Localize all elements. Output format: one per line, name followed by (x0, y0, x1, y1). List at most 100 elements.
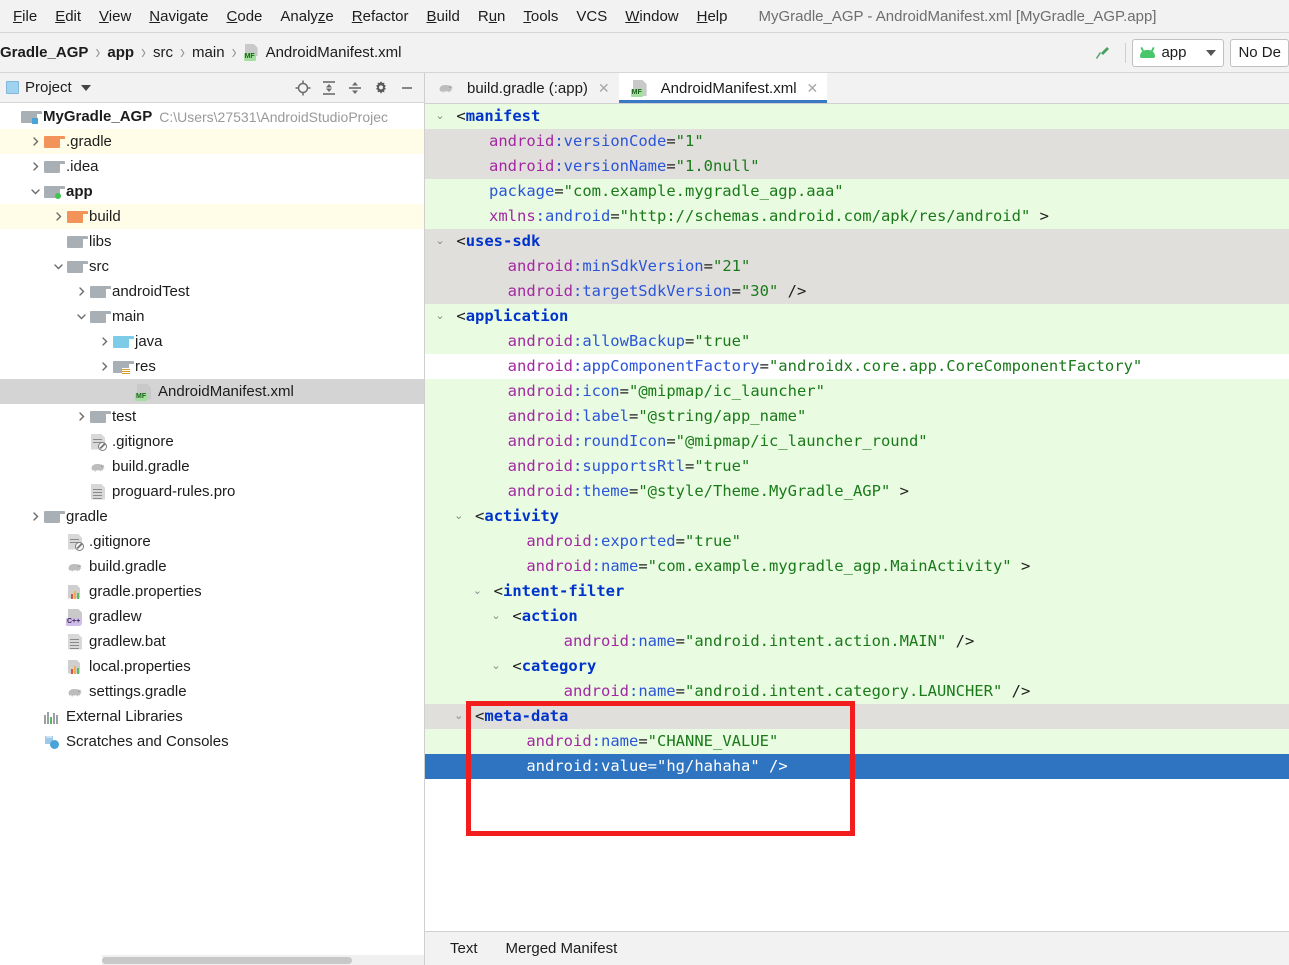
tree-item[interactable]: build.gradle (0, 554, 424, 579)
code-line[interactable]: ⌄ <category (425, 654, 1289, 679)
code-line[interactable]: ⌄ <intent-filter (425, 579, 1289, 604)
tree-item[interactable]: libs (0, 229, 424, 254)
code-line[interactable]: android:supportsRtl="true" (425, 454, 1289, 479)
breadcrumb-item-gradle-agp[interactable]: Gradle_AGP (0, 44, 88, 61)
code-line[interactable]: android:minSdkVersion="21" (425, 254, 1289, 279)
tree-item[interactable]: res (0, 354, 424, 379)
fold-chevron-down-icon[interactable]: ⌄ (433, 304, 447, 329)
menu-item-tools[interactable]: Tools (514, 5, 567, 28)
code-line-selected[interactable]: android:value="hg/hahaha" /> (425, 754, 1289, 779)
build-hammer-icon[interactable] (1085, 38, 1119, 68)
menu-item-navigate[interactable]: Navigate (140, 5, 217, 28)
tree-item-selected[interactable]: MF AndroidManifest.xml (0, 379, 424, 404)
code-line[interactable]: android:name="android.intent.category.LA… (425, 679, 1289, 704)
code-line[interactable]: android:name="com.example.mygradle_agp.M… (425, 554, 1289, 579)
menu-item-file[interactable]: File (4, 5, 46, 28)
project-tree[interactable]: MyGradle_AGP C:\Users\27531\AndroidStudio… (0, 103, 424, 965)
fold-chevron-down-icon[interactable]: ⌄ (470, 579, 484, 604)
fold-chevron-down-icon[interactable]: ⌄ (452, 704, 466, 729)
fold-chevron-down-icon[interactable]: ⌄ (433, 104, 447, 129)
code-line[interactable]: android:name="CHANNE_VALUE" (425, 729, 1289, 754)
code-line[interactable]: android:name="android.intent.action.MAIN… (425, 629, 1289, 654)
code-line[interactable]: android:allowBackup="true" (425, 329, 1289, 354)
code-line[interactable]: android:appComponentFactory="androidx.co… (425, 354, 1289, 379)
minimize-icon[interactable] (396, 77, 418, 99)
settings-gear-icon[interactable] (370, 77, 392, 99)
chevron-right-icon[interactable] (73, 284, 89, 300)
chevron-right-icon[interactable] (27, 509, 43, 525)
tree-item[interactable]: androidTest (0, 279, 424, 304)
code-line[interactable]: android:roundIcon="@mipmap/ic_launcher_r… (425, 429, 1289, 454)
tree-item[interactable]: Scratches and Consoles (0, 729, 424, 754)
fold-chevron-down-icon[interactable]: ⌄ (489, 604, 503, 629)
tree-item[interactable]: build (0, 204, 424, 229)
chevron-right-icon[interactable] (27, 134, 43, 150)
menu-item-window[interactable]: Window (616, 5, 687, 28)
expand-all-icon[interactable] (318, 77, 340, 99)
fold-chevron-down-icon[interactable]: ⌄ (433, 229, 447, 254)
module-selector[interactable]: app (1132, 38, 1225, 67)
breadcrumb-item-src[interactable]: src (153, 44, 173, 61)
code-line[interactable]: android:theme="@style/Theme.MyGradle_AGP… (425, 479, 1289, 504)
editor-tab-build-gradle-app-[interactable]: build.gradle (:app) ✕ (425, 73, 619, 103)
tree-item[interactable]: settings.gradle (0, 679, 424, 704)
breadcrumb-item-app[interactable]: app (107, 44, 134, 61)
chevron-down-icon[interactable] (80, 84, 91, 91)
scrollbar-thumb[interactable] (102, 957, 352, 964)
fold-chevron-down-icon[interactable]: ⌄ (452, 504, 466, 529)
tree-item[interactable]: External Libraries (0, 704, 424, 729)
code-line[interactable]: ⌄ <manifest (425, 104, 1289, 129)
code-line[interactable]: package="com.example.mygradle_agp.aaa" (425, 179, 1289, 204)
breadcrumb[interactable]: Gradle_AGP › app › src › main › MF AndroidManifes… (0, 41, 401, 64)
editor-tab-bar[interactable]: build.gradle (:app) ✕ MF AndroidManifest.xm… (425, 73, 1289, 104)
tree-item[interactable]: .gradle (0, 129, 424, 154)
menu-item-view[interactable]: View (90, 5, 140, 28)
code-line[interactable]: ⌄ <meta-data (425, 704, 1289, 729)
tree-item[interactable]: .idea (0, 154, 424, 179)
tree-item[interactable]: src (0, 254, 424, 279)
project-tree-scrollbar[interactable] (102, 955, 424, 965)
chevron-down-icon[interactable] (73, 309, 89, 325)
code-line[interactable]: ⌄ <application (425, 304, 1289, 329)
tree-item[interactable]: java (0, 329, 424, 354)
device-selector[interactable]: No De (1230, 38, 1289, 67)
chevron-right-icon[interactable] (96, 334, 112, 350)
tree-item[interactable]: main (0, 304, 424, 329)
tree-item[interactable]: gradle.properties (0, 579, 424, 604)
code-line[interactable]: android:label="@string/app_name" (425, 404, 1289, 429)
tree-item[interactable]: C++ gradlew (0, 604, 424, 629)
menu-item-refactor[interactable]: Refactor (343, 5, 418, 28)
menu-item-help[interactable]: Help (688, 5, 737, 28)
code-line[interactable]: android:targetSdkVersion="30" /> (425, 279, 1289, 304)
menu-item-edit[interactable]: Edit (46, 5, 90, 28)
chevron-right-icon[interactable] (27, 159, 43, 175)
tree-item[interactable]: gradlew.bat (0, 629, 424, 654)
chevron-down-icon[interactable] (27, 184, 43, 200)
menu-item-build[interactable]: Build (417, 5, 468, 28)
menu-item-vcs[interactable]: VCS (567, 5, 616, 28)
project-panel-title[interactable]: Project (6, 79, 91, 96)
code-line[interactable]: android:exported="true" (425, 529, 1289, 554)
editor-bottom-tabs[interactable]: Text Merged Manifest (425, 931, 1289, 965)
bottom-tab-text[interactable]: Text (450, 940, 478, 957)
menu-item-code[interactable]: Code (218, 5, 272, 28)
tree-item[interactable]: .gitignore (0, 529, 424, 554)
breadcrumb-item-main[interactable]: main (192, 44, 225, 61)
code-line[interactable]: android:icon="@mipmap/ic_launcher" (425, 379, 1289, 404)
menu-item-analyze[interactable]: Analyze (271, 5, 342, 28)
locate-icon[interactable] (292, 77, 314, 99)
close-icon[interactable]: ✕ (807, 80, 819, 97)
fold-chevron-down-icon[interactable]: ⌄ (489, 654, 503, 679)
menu-item-run[interactable]: Run (469, 5, 515, 28)
collapse-all-icon[interactable] (344, 77, 366, 99)
chevron-down-icon[interactable] (50, 259, 66, 275)
tree-item[interactable]: build.gradle (0, 454, 424, 479)
code-editor[interactable]: ⌄ <manifest android:versionCode="1" andr… (425, 104, 1289, 931)
tree-item[interactable]: .gitignore (0, 429, 424, 454)
chevron-right-icon[interactable] (73, 409, 89, 425)
code-line[interactable]: xmlns:android="http://schemas.android.co… (425, 204, 1289, 229)
bottom-tab-merged-manifest[interactable]: Merged Manifest (506, 940, 618, 957)
tree-item[interactable]: MyGradle_AGP C:\Users\27531\AndroidStudio… (0, 104, 424, 129)
code-line[interactable]: ⌄ <activity (425, 504, 1289, 529)
breadcrumb-item-androidmanifest-xml[interactable]: MF AndroidManifest.xml (243, 44, 401, 61)
